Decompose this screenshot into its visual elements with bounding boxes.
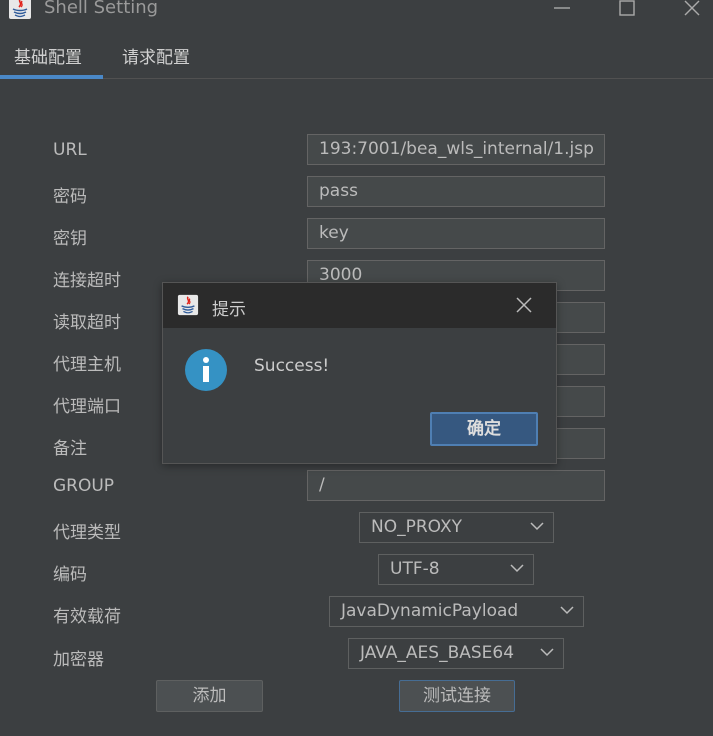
url-input[interactable]: 193:7001/bea_wls_internal/1.jsp: [307, 134, 605, 165]
minimize-icon[interactable]: [550, 0, 574, 20]
payload-select[interactable]: JavaDynamicPayload: [329, 596, 584, 627]
remark-label: 备注: [53, 439, 87, 459]
encoding-label: 编码: [53, 565, 87, 585]
info-icon: [185, 349, 227, 391]
url-label: URL: [53, 140, 87, 160]
group-input[interactable]: /: [307, 470, 605, 501]
encoding-value: UTF-8: [390, 559, 440, 579]
password-input[interactable]: pass: [307, 176, 605, 207]
payload-label: 有效载荷: [53, 607, 121, 627]
key-input[interactable]: key: [307, 218, 605, 249]
key-label: 密钥: [53, 229, 87, 249]
payload-value: JavaDynamicPayload: [341, 601, 519, 621]
dialog-title: 提示: [212, 300, 246, 320]
group-label: GROUP: [53, 476, 115, 496]
encryptor-value: JAVA_AES_BASE64: [360, 643, 515, 663]
java-app-icon: [177, 294, 199, 316]
connect-timeout-label: 连接超时: [53, 271, 121, 291]
window-title: Shell Setting: [44, 0, 159, 18]
tab-basic-config[interactable]: 基础配置: [14, 43, 82, 68]
proxy-host-label: 代理主机: [53, 355, 121, 375]
active-tab-indicator: [0, 75, 103, 79]
dialog-message: Success!: [254, 356, 330, 376]
proxy-port-label: 代理端口: [53, 397, 121, 417]
read-timeout-label: 读取超时: [53, 313, 121, 333]
close-icon[interactable]: [680, 0, 704, 20]
close-icon[interactable]: [514, 295, 534, 315]
tab-bar: [0, 30, 713, 80]
chevron-down-icon: [560, 606, 574, 615]
encoding-select[interactable]: UTF-8: [378, 554, 534, 585]
chevron-down-icon: [510, 564, 524, 573]
tab-divider: [0, 78, 713, 79]
maximize-icon[interactable]: [615, 0, 639, 20]
test-connection-button[interactable]: 测试连接: [399, 680, 515, 712]
tab-request-config[interactable]: 请求配置: [122, 43, 190, 68]
java-app-icon: [9, 0, 31, 19]
encryptor-label: 加密器: [53, 650, 104, 670]
encryptor-select[interactable]: JAVA_AES_BASE64: [348, 638, 564, 669]
message-dialog: 提示 Success! 确定: [162, 282, 557, 464]
dialog-header: 提示: [163, 283, 556, 328]
chevron-down-icon: [530, 522, 544, 531]
proxy-type-label: 代理类型: [53, 523, 121, 543]
proxy-type-select[interactable]: NO_PROXY: [359, 512, 554, 543]
chevron-down-icon: [540, 648, 554, 657]
add-button[interactable]: 添加: [156, 680, 263, 712]
window-titlebar: Shell Setting: [0, 0, 713, 28]
password-label: 密码: [53, 187, 87, 207]
proxy-type-value: NO_PROXY: [371, 517, 462, 537]
ok-button[interactable]: 确定: [430, 412, 538, 446]
